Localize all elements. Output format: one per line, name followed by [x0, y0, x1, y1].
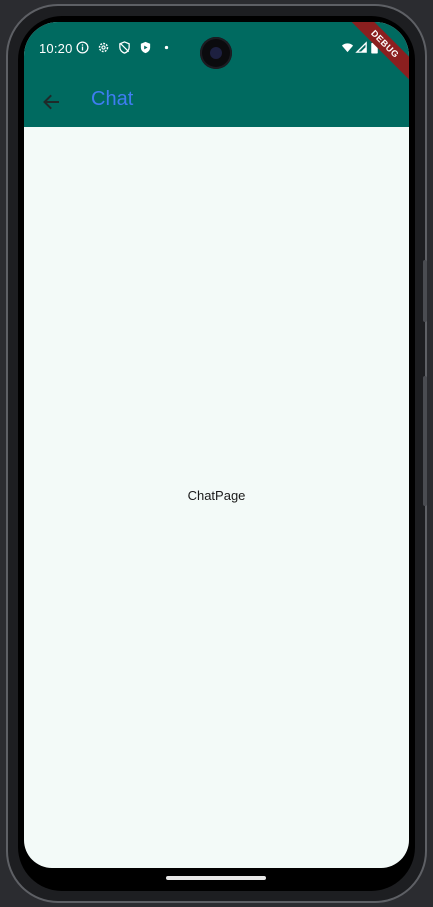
- screen: 10:20 DEBUG Chat ChatPage: [24, 22, 409, 868]
- back-button[interactable]: [36, 87, 66, 117]
- page-title: Chat: [91, 88, 134, 110]
- status-time: 10:20: [39, 41, 73, 56]
- shield-icon: [119, 41, 130, 54]
- chat-page-text: ChatPage: [187, 488, 246, 503]
- home-indicator[interactable]: [166, 876, 266, 880]
- signal-icon: [355, 41, 367, 53]
- front-camera: [200, 37, 232, 69]
- status-bar: 10:20 DEBUG: [24, 22, 409, 86]
- volume-button: [423, 260, 427, 322]
- wifi-icon: [341, 43, 354, 53]
- arrow-back-icon: [43, 94, 59, 110]
- play-protect-icon: [140, 41, 151, 54]
- dot-icon: [164, 45, 169, 50]
- info-icon: [76, 41, 89, 54]
- power-button: [423, 376, 427, 506]
- settings-icon: [98, 42, 109, 53]
- app-bar: 10:20 DEBUG Chat: [24, 22, 409, 127]
